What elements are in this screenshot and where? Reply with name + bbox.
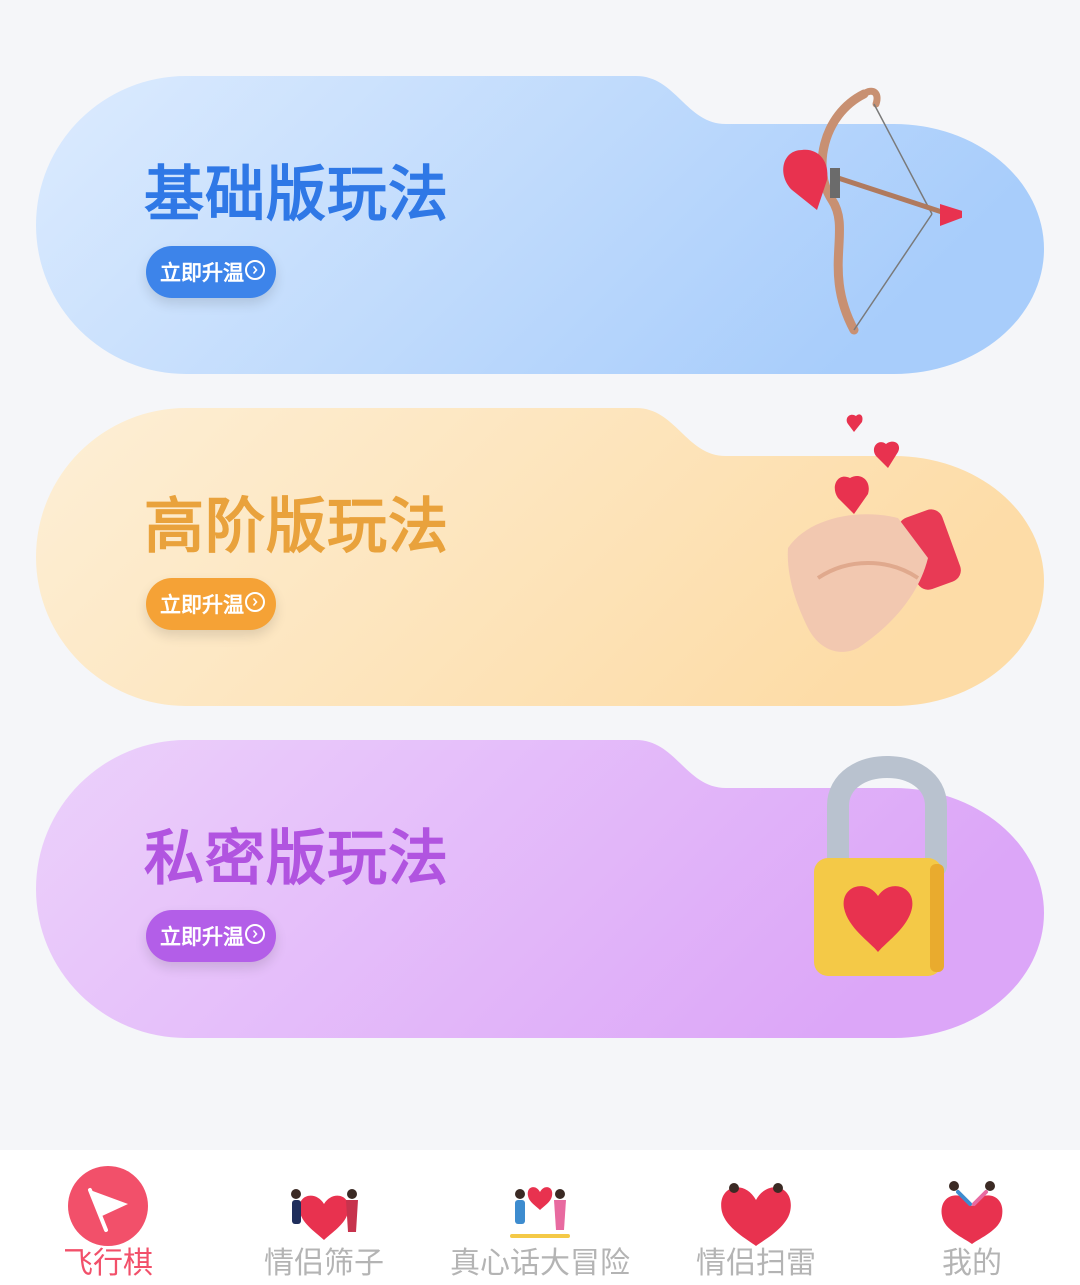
couple-big-heart-icon	[721, 1183, 791, 1246]
bottom-tab-bar: 飞行棋 情侣筛子 真心话大冒险 情侣扫雷 我的	[0, 1150, 1080, 1285]
tab-mine[interactable]: 我的	[864, 1150, 1080, 1285]
couple-heart-icon	[291, 1189, 358, 1240]
couple-hug-heart-icon	[941, 1181, 1003, 1244]
heat-up-button[interactable]: 立即升温	[146, 910, 276, 962]
private-mode-card[interactable]: 私密版玩法 立即升温	[36, 740, 1044, 1038]
card-title: 私密版玩法	[144, 824, 449, 894]
heat-up-button[interactable]: 立即升温	[146, 246, 276, 298]
card-title: 高阶版玩法	[144, 492, 449, 562]
tab-label: 我的	[942, 1246, 1002, 1281]
heat-up-button[interactable]: 立即升温	[146, 578, 276, 630]
chevron-right-icon	[245, 592, 265, 612]
tab-flying-chess[interactable]: 飞行棋	[0, 1150, 216, 1285]
button-label: 立即升温	[160, 593, 244, 617]
card-title: 基础版玩法	[144, 160, 449, 230]
basic-mode-card[interactable]: 基础版玩法 立即升温	[36, 76, 1044, 374]
cupid-bow-icon	[783, 87, 962, 335]
tab-truth-or-dare[interactable]: 真心话大冒险	[432, 1150, 648, 1285]
couple-exchange-heart-icon	[510, 1187, 570, 1238]
button-label: 立即升温	[160, 261, 244, 285]
chevron-right-icon	[245, 260, 265, 280]
flag-icon	[68, 1166, 148, 1246]
tab-label: 真心话大冒险	[450, 1246, 630, 1281]
handshake-icon	[787, 414, 961, 652]
tab-label: 情侣扫雷	[696, 1246, 816, 1281]
tab-couple-minesweeper[interactable]: 情侣扫雷	[648, 1150, 864, 1285]
chevron-right-icon	[245, 924, 265, 944]
tab-label: 情侣筛子	[264, 1246, 384, 1281]
button-label: 立即升温	[160, 925, 244, 949]
heart-padlock-icon	[814, 756, 947, 976]
advanced-mode-card[interactable]: 高阶版玩法 立即升温	[36, 408, 1044, 706]
tab-couple-dice[interactable]: 情侣筛子	[216, 1150, 432, 1285]
tab-label: 飞行棋	[63, 1246, 153, 1281]
